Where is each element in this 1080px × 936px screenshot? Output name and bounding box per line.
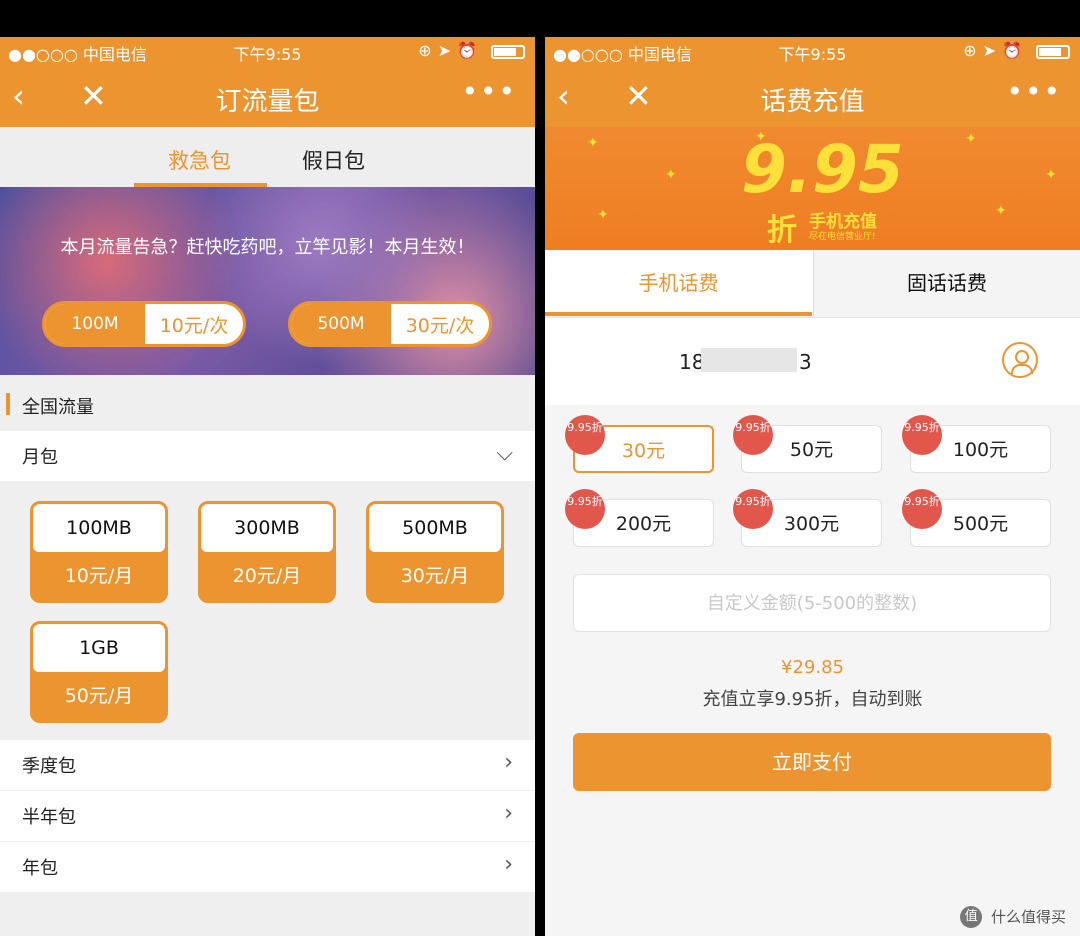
more-icon[interactable]: ••• — [1006, 75, 1062, 108]
promo-zhe: 折 — [767, 213, 797, 248]
package-card-500mb[interactable]: 500MB 30元/月 — [366, 501, 504, 603]
package-tabs: 救急包 假日包 — [0, 127, 535, 187]
watermark-text: 什么值得买 — [990, 907, 1066, 926]
promo-banner: ✦ ✦ ✦ ✦ ✦ ✦ ✦ 9.95 折 手机充值 尽在电信营业厅! — [545, 127, 1080, 250]
tab-emergency[interactable]: 救急包 — [168, 145, 231, 175]
phone-suffix: 3 — [799, 350, 812, 374]
discount-note: 充值立享9.95折，自动到账 — [702, 689, 923, 710]
discount-badge: 9.95折 — [902, 489, 942, 529]
pay-now-button[interactable]: 立即支付 — [573, 733, 1051, 791]
row-label: 半年包 — [22, 807, 76, 828]
package-price: 20元/月 — [232, 565, 302, 587]
package-name: 300MB — [201, 504, 333, 552]
option-size: 500M — [291, 304, 391, 344]
discount-badge: 9.95折 — [733, 489, 773, 529]
section-header: 全国流量 — [0, 375, 535, 431]
tab-landline[interactable]: 固话话费 — [813, 250, 1080, 316]
nav-bar: ‹ ✕ 订流量包 ••• — [0, 67, 535, 127]
tab-underline — [545, 312, 812, 316]
watermark: 值 什么值得买 — [960, 906, 1066, 928]
left-screen: ●●○○○ 中国电信 下午9:55 ⊕➤⏰ ‹ ✕ 订流量包 ••• 救急包 假… — [0, 37, 535, 936]
phone-mask — [701, 348, 797, 372]
recharge-tabs: 手机话费 固话话费 — [545, 250, 1080, 316]
sparkle-icon: ✦ — [965, 131, 977, 147]
row-monthly[interactable]: 月包 ⌵ — [0, 431, 535, 481]
total-price: ¥29.85 — [781, 657, 844, 678]
row-label: 季度包 — [22, 756, 76, 777]
contact-icon[interactable] — [1002, 342, 1038, 378]
package-card-1gb[interactable]: 1GB 50元/月 — [30, 621, 168, 723]
phone-number-row[interactable]: 18 3 — [545, 317, 1080, 405]
sparkle-icon: ✦ — [587, 135, 599, 151]
chevron-right-icon: › — [504, 750, 513, 775]
section-title: 全国流量 — [22, 397, 94, 418]
chevron-right-icon: › — [504, 801, 513, 826]
tab-mobile[interactable]: 手机话费 — [545, 250, 812, 316]
package-name: 100MB — [33, 504, 165, 552]
promo-discount: 9.95 — [741, 131, 904, 208]
option-size: 100M — [45, 304, 145, 344]
package-grid: 100MB 10元/月 300MB 20元/月 500MB 30元/月 1GB … — [0, 481, 535, 739]
discount-badge: 9.95折 — [733, 415, 773, 455]
sparkle-icon: ✦ — [597, 207, 609, 223]
status-bar: ●●○○○ 中国电信 下午9:55 ⊕➤⏰ — [0, 37, 535, 67]
tab-holiday[interactable]: 假日包 — [302, 145, 365, 175]
promo-caption: 尽在电信营业厅! — [809, 232, 876, 242]
battery-icon — [1036, 45, 1070, 59]
package-card-100mb[interactable]: 100MB 10元/月 — [30, 501, 168, 603]
option-price: 30元/次 — [405, 314, 475, 337]
chevron-down-icon: ⌵ — [496, 441, 513, 466]
banner-option-100m[interactable]: 100M 10元/次 — [42, 301, 246, 347]
row-half-year[interactable]: 半年包 › — [0, 791, 535, 841]
watermark-icon: 值 — [960, 906, 983, 928]
option-price: 10元/次 — [159, 314, 229, 337]
battery-icon — [491, 45, 525, 59]
discount-badge: 9.95折 — [565, 415, 605, 455]
system-icons: ⊕➤⏰ — [418, 41, 483, 60]
package-price: 50元/月 — [64, 685, 134, 707]
more-icon[interactable]: ••• — [461, 75, 517, 108]
banner-slogan: 本月流量告急？赶快吃药吧，立竿见影！本月生效！ — [60, 237, 475, 258]
status-bar: ●●○○○ 中国电信 下午9:55 ⊕➤⏰ — [545, 37, 1080, 67]
custom-amount-input[interactable]: 自定义金额(5-500的整数) — [573, 574, 1051, 632]
page-title: 话费充值 — [760, 87, 865, 117]
package-price: 30元/月 — [400, 565, 470, 587]
discount-badge: 9.95折 — [902, 415, 942, 455]
row-quarterly[interactable]: 季度包 › — [0, 740, 535, 790]
nav-bar: ‹ ✕ 话费充值 ••• — [545, 67, 1080, 127]
sparkle-icon: ✦ — [995, 203, 1007, 219]
banner-option-500m[interactable]: 500M 30元/次 — [288, 301, 492, 347]
row-yearly[interactable]: 年包 › — [0, 842, 535, 892]
row-label: 月包 — [22, 447, 58, 468]
sparkle-icon: ✦ — [665, 167, 677, 183]
chevron-right-icon: › — [504, 852, 513, 877]
package-name: 500MB — [369, 504, 501, 552]
page-title: 订流量包 — [215, 87, 320, 117]
right-screen: ●●○○○ 中国电信 下午9:55 ⊕➤⏰ ‹ ✕ 话费充值 ••• ✦ ✦ ✦… — [545, 37, 1080, 936]
package-price: 10元/月 — [64, 565, 134, 587]
section-marker — [6, 393, 10, 415]
sparkle-icon: ✦ — [1045, 167, 1057, 183]
package-card-300mb[interactable]: 300MB 20元/月 — [198, 501, 336, 603]
promo-banner: 本月流量告急？赶快吃药吧，立竿见影！本月生效！ 100M 10元/次 500M … — [0, 187, 535, 375]
row-label: 年包 — [22, 858, 58, 879]
discount-badge: 9.95折 — [565, 489, 605, 529]
package-name: 1GB — [33, 624, 165, 672]
system-icons: ⊕➤⏰ — [963, 41, 1028, 60]
